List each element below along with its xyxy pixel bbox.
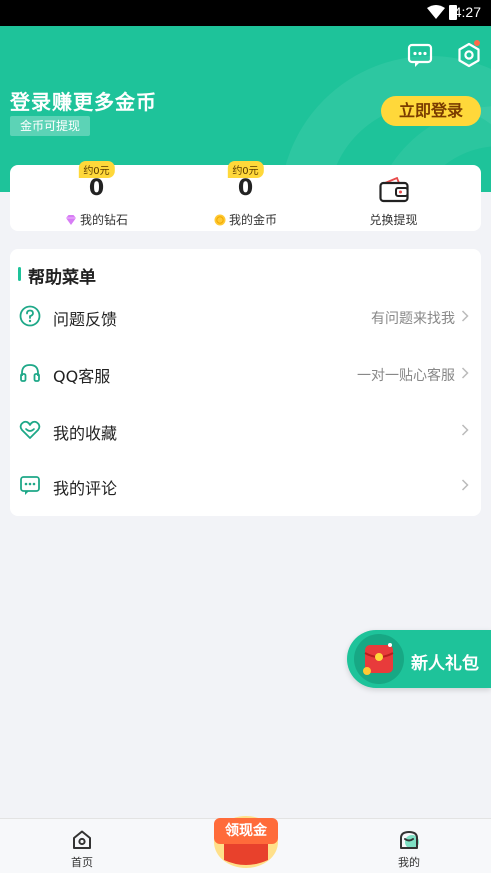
tab-mine[interactable]: 我的: [379, 825, 439, 871]
menu-item-favorites[interactable]: 我的收藏: [10, 410, 481, 450]
menu-item-feedback[interactable]: 问题反馈 有问题来找我: [10, 296, 481, 336]
coin-label-row: 我的金币: [167, 211, 324, 228]
withdraw-stat[interactable]: 兑换提现: [315, 165, 472, 231]
login-title: 登录赚更多金币: [10, 90, 157, 114]
question-circle-icon: [19, 305, 41, 327]
claim-cash-button[interactable]: 领现金: [208, 800, 284, 870]
wallet-icon: [378, 177, 409, 203]
menu-item-label: 我的收藏: [53, 424, 118, 443]
stats-card: 约0元 0 我的钻石 约0元 0 我的金币 兑换提现: [10, 161, 481, 231]
coin-count: 0: [237, 176, 254, 201]
coin-icon: [214, 214, 226, 226]
settings-icon[interactable]: [456, 42, 482, 68]
menu-item-label: 我的评论: [53, 479, 118, 498]
menu-item-label: 问题反馈: [53, 310, 118, 329]
red-envelope-icon: [354, 634, 404, 684]
menu-item-hint: 一对一贴心客服: [357, 368, 455, 384]
status-time: 4:27: [453, 4, 481, 20]
coin-badge: 金币可提现: [10, 116, 91, 136]
diamond-label-row: 我的钻石: [18, 211, 175, 228]
wifi-icon: [427, 5, 445, 19]
diamond-label: 我的钻石: [79, 213, 128, 227]
notification-dot: [474, 40, 480, 46]
help-menu-title: 帮助菜单: [18, 263, 96, 288]
menu-item-hint: 有问题来找我: [371, 311, 455, 327]
heart-icon: [19, 420, 41, 439]
tab-label: 首页: [71, 856, 93, 869]
withdraw-label: 兑换提现: [369, 213, 418, 227]
login-button[interactable]: 立即登录: [381, 96, 481, 126]
profile-icon: [400, 831, 419, 849]
comment-icon: [20, 476, 40, 495]
coin-label: 我的金币: [228, 213, 277, 227]
diamond-count: 0: [88, 176, 105, 201]
diamond-stat[interactable]: 约0元 0 我的钻石: [18, 161, 175, 231]
menu-item-comments[interactable]: 我的评论: [10, 465, 481, 505]
claim-cash-label: 领现金: [214, 818, 278, 844]
tab-label: 我的: [398, 856, 420, 869]
tab-home[interactable]: 首页: [52, 825, 112, 871]
menu-item-label: QQ客服: [53, 367, 111, 386]
newcomer-gift-button[interactable]: 新人礼包: [347, 630, 491, 688]
chevron-right-icon: [461, 424, 469, 436]
chevron-right-icon: [461, 367, 469, 379]
help-menu-card: 帮助菜单 问题反馈 有问题来找我 QQ客服 一对一贴心客服 我的收藏 我的评论: [10, 249, 481, 516]
home-icon: [73, 830, 91, 849]
chevron-right-icon: [461, 479, 469, 491]
chevron-right-icon: [461, 310, 469, 322]
menu-item-qq-service[interactable]: QQ客服 一对一贴心客服: [10, 353, 481, 393]
headphones-icon: [20, 364, 40, 382]
coin-stat[interactable]: 约0元 0 我的金币: [167, 161, 324, 231]
diamond-icon: [65, 215, 76, 225]
status-bar: 4:27: [0, 0, 491, 26]
chat-bubble-icon[interactable]: [407, 42, 433, 68]
gift-label: 新人礼包: [411, 654, 479, 674]
